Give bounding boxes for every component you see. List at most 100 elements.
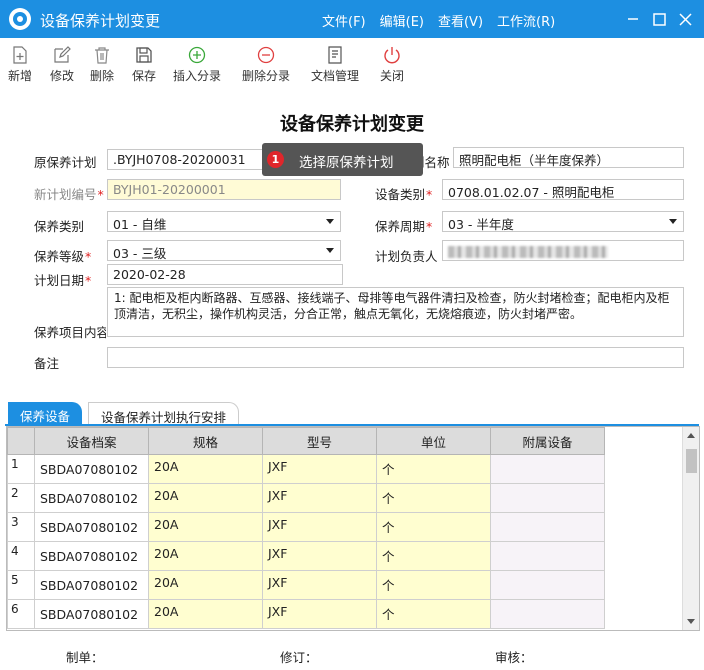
cell-unit[interactable]: 个 (376, 512, 491, 542)
col-header-attachment[interactable]: 附属设备 (490, 427, 605, 455)
menu-file[interactable]: 文件(F) (322, 11, 366, 30)
cell-model[interactable]: JXF (262, 512, 377, 542)
tooltip-text: 选择原保养计划 (299, 155, 394, 171)
table-row[interactable]: 6 SBDA07080102 20A JXF 个 (7, 599, 605, 629)
cell-model[interactable]: JXF (262, 483, 377, 513)
delete-button[interactable]: 删除 (90, 46, 114, 84)
col-header-unit[interactable]: 单位 (376, 427, 491, 455)
grid-header-row: 设备档案 规格 型号 单位 附属设备 (7, 427, 605, 455)
grid-scrollbar[interactable] (682, 427, 699, 630)
table-row[interactable]: 2 SBDA07080102 20A JXF 个 (7, 483, 605, 513)
maint-level-select[interactable]: 03 - 三级 (107, 240, 341, 261)
cell-spec[interactable]: 20A (148, 512, 263, 542)
new-button-label: 新增 (8, 69, 33, 83)
remark-label: 备注 (34, 356, 60, 371)
form-title: 设备保养计划变更 (280, 114, 424, 135)
cell-equip-file[interactable]: SBDA07080102 (34, 454, 149, 484)
save-button-label: 保存 (132, 69, 157, 83)
cell-spec[interactable]: 20A (148, 541, 263, 571)
close-icon (678, 12, 692, 26)
close-button[interactable]: 关闭 (380, 46, 404, 84)
orig-plan-label: 原保养计划 (34, 155, 97, 170)
corner-header (7, 427, 35, 455)
scroll-down-icon[interactable] (687, 619, 695, 624)
cell-unit[interactable]: 个 (376, 454, 491, 484)
table-row[interactable]: 3 SBDA07080102 20A JXF 个 (7, 512, 605, 542)
cell-unit[interactable]: 个 (376, 483, 491, 513)
col-header-equip-file[interactable]: 设备档案 (34, 427, 149, 455)
cell-attachment[interactable] (490, 454, 605, 484)
document-manage-button[interactable]: 文档管理 (311, 46, 359, 84)
cell-spec[interactable]: 20A (148, 570, 263, 600)
cell-spec[interactable]: 20A (148, 599, 263, 629)
step-badge: 1 (267, 151, 284, 168)
new-plan-no-label: 新计划编号* (34, 187, 104, 202)
window-controls (620, 8, 698, 30)
cell-equip-file[interactable]: SBDA07080102 (34, 512, 149, 542)
insert-row-button-label: 插入分录 (173, 69, 222, 83)
delete-row-button-label: 删除分录 (242, 69, 291, 83)
remark-field[interactable] (107, 347, 684, 368)
menu-workflow[interactable]: 工作流(R) (497, 11, 555, 30)
close-window-button[interactable] (672, 8, 698, 30)
cell-attachment[interactable] (490, 512, 605, 542)
table-row[interactable]: 5 SBDA07080102 20A JXF 个 (7, 570, 605, 600)
plan-date-field[interactable]: 2020-02-28 (107, 264, 343, 285)
maint-items-textarea[interactable]: 1: 配电柜及柜内断路器、互感器、接线端子、母排等电气器件清扫及检查，防火封堵检… (107, 287, 684, 337)
save-icon (136, 47, 152, 63)
cell-unit[interactable]: 个 (376, 599, 491, 629)
delete-row-button[interactable]: 删除分录 (242, 46, 290, 84)
edit-icon (54, 46, 71, 63)
new-plan-no-field[interactable]: BYJH01-20200001 (107, 179, 341, 200)
maint-type-select[interactable]: 01 - 自维 (107, 211, 341, 232)
maint-cycle-select[interactable]: 03 - 半年度 (442, 211, 684, 232)
cell-model[interactable]: JXF (262, 599, 377, 629)
cell-spec[interactable]: 20A (148, 483, 263, 513)
trash-icon (95, 47, 109, 64)
cell-attachment[interactable] (490, 541, 605, 571)
equipment-grid: 设备档案 规格 型号 单位 附属设备 1 SBDA07080102 20A JX… (6, 426, 700, 631)
menu-edit[interactable]: 编辑(E) (380, 11, 424, 30)
cell-equip-file[interactable]: SBDA07080102 (34, 599, 149, 629)
scroll-up-icon[interactable] (687, 433, 695, 438)
cell-unit[interactable]: 个 (376, 570, 491, 600)
plan-name-field[interactable]: 照明配电柜（半年度保养） (453, 147, 684, 168)
row-number: 4 (7, 541, 35, 571)
table-row[interactable]: 1 SBDA07080102 20A JXF 个 (7, 454, 605, 484)
new-button[interactable]: 新增 (8, 46, 32, 84)
cell-model[interactable]: JXF (262, 570, 377, 600)
delete-row-icon (257, 46, 275, 64)
responsible-field[interactable] (442, 240, 684, 261)
plus-doc-icon (13, 46, 27, 64)
cell-attachment[interactable] (490, 483, 605, 513)
table-row[interactable]: 4 SBDA07080102 20A JXF 个 (7, 541, 605, 571)
maximize-button[interactable] (646, 8, 672, 30)
footer: 制单： 修订： 审核： (0, 632, 704, 670)
cell-spec[interactable]: 20A (148, 454, 263, 484)
row-number: 2 (7, 483, 35, 513)
insert-row-button[interactable]: 插入分录 (173, 46, 221, 84)
maint-type-label: 保养类别 (34, 219, 85, 234)
tab-execution-schedule[interactable]: 设备保养计划执行安排 (88, 402, 240, 426)
cell-model[interactable]: JXF (262, 541, 377, 571)
menu-view[interactable]: 查看(V) (438, 11, 483, 30)
toolbar: 新增 修改 删除 保存 插入分录 删除分录 文档管理 关闭 (0, 38, 704, 94)
cell-attachment[interactable] (490, 599, 605, 629)
cell-equip-file[interactable]: SBDA07080102 (34, 483, 149, 513)
app-logo-icon (9, 8, 31, 30)
cell-attachment[interactable] (490, 570, 605, 600)
cell-equip-file[interactable]: SBDA07080102 (34, 541, 149, 571)
scroll-thumb[interactable] (686, 449, 697, 473)
col-header-spec[interactable]: 规格 (148, 427, 263, 455)
col-header-model[interactable]: 型号 (262, 427, 377, 455)
cell-unit[interactable]: 个 (376, 541, 491, 571)
minimize-icon (628, 18, 638, 20)
equip-category-field[interactable]: 0708.01.02.07 - 照明配电柜 (442, 179, 684, 200)
cell-equip-file[interactable]: SBDA07080102 (34, 570, 149, 600)
save-button[interactable]: 保存 (132, 46, 156, 84)
edit-button[interactable]: 修改 (50, 46, 74, 84)
document-icon (328, 46, 342, 64)
cell-model[interactable]: JXF (262, 454, 377, 484)
tab-maint-equipment[interactable]: 保养设备 (8, 402, 83, 426)
minimize-button[interactable] (620, 8, 646, 30)
